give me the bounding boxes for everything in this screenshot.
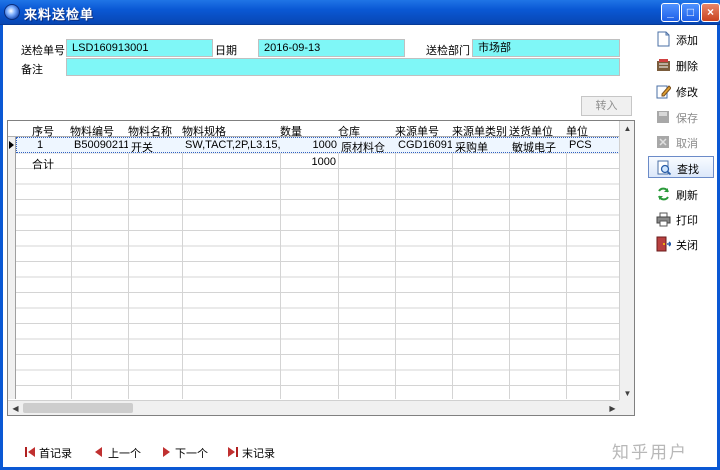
horizontal-scroll-thumb[interactable] [23, 403, 133, 413]
find-button[interactable]: 查找 [648, 156, 714, 178]
col-divider [338, 121, 339, 399]
close-label: 关闭 [676, 240, 698, 252]
exit-door-icon [656, 236, 671, 252]
next-record-label: 下一个 [175, 448, 208, 460]
cell-supplier: 敏城电子 [512, 142, 556, 154]
detail-table[interactable]: 序号 物料编号 物料名称 物料规格 数量 仓库 来源单号 来源单类别 送货单位 … [7, 120, 635, 416]
remark-field[interactable] [66, 58, 620, 76]
cell-quantity: 1000 [312, 139, 337, 151]
table-header: 序号 物料编号 物料名称 物料规格 数量 仓库 来源单号 来源单类别 送货单位 … [8, 121, 620, 138]
window-title: 来料送检单 [24, 7, 95, 22]
col-divider [509, 121, 510, 399]
minimize-button[interactable]: _ [661, 3, 680, 22]
title-bar: 来料送检单 _ □ × [0, 0, 720, 25]
edit-icon [656, 85, 671, 99]
next-record-icon [163, 447, 170, 457]
cell-source-type: 采购单 [455, 142, 488, 154]
maximize-button[interactable]: □ [681, 3, 700, 22]
refresh-icon [658, 187, 669, 201]
dept-label: 送检部门 [426, 45, 470, 57]
first-record-label: 首记录 [39, 448, 72, 460]
total-label: 合计 [32, 159, 54, 171]
app-icon [4, 4, 20, 20]
search-icon [657, 160, 672, 176]
col-divider [280, 121, 281, 399]
print-label: 打印 [676, 215, 698, 227]
close-window-button[interactable]: × [701, 3, 720, 22]
dept-field[interactable]: 市场部 [472, 39, 620, 57]
row-indicator-column [8, 121, 16, 399]
col-divider [395, 121, 396, 399]
cell-unit: PCS [569, 139, 592, 151]
total-quantity: 1000 [311, 156, 336, 168]
doc-no-field[interactable]: LSD160913001 [66, 39, 213, 57]
cancel-icon [657, 136, 669, 148]
remark-label: 备注 [21, 64, 43, 76]
scroll-up-icon[interactable]: ▲ [620, 121, 634, 136]
add-button[interactable]: 添加 [648, 28, 714, 50]
horizontal-scrollbar[interactable]: ◀ ▶ [8, 400, 620, 415]
add-label: 添加 [676, 35, 698, 47]
save-button[interactable]: 保存 [648, 106, 714, 128]
refresh-button[interactable]: 刷新 [648, 183, 714, 205]
cell-item-code: B50090211 [74, 139, 128, 151]
vertical-scrollbar[interactable]: ▲ ▼ [619, 121, 634, 401]
cell-seq: 1 [37, 139, 44, 151]
cancel-label: 取消 [676, 138, 698, 150]
previous-record-icon [95, 447, 102, 457]
print-button[interactable]: 打印 [648, 208, 714, 230]
delete-button[interactable]: 删除 [648, 54, 714, 76]
scroll-right-icon[interactable]: ▶ [605, 401, 620, 415]
col-divider [71, 121, 72, 399]
cell-item-spec: SW,TACT,2P,L3.15,P4 [185, 139, 281, 151]
scroll-corner [619, 400, 634, 415]
col-divider [182, 121, 183, 399]
delete-icon [657, 59, 670, 71]
save-icon [657, 111, 669, 123]
transfer-button[interactable]: 转入 [581, 96, 632, 116]
refresh-label: 刷新 [676, 190, 698, 202]
cell-item-name: 开关 [131, 142, 153, 154]
edit-button[interactable]: 修改 [648, 80, 714, 102]
scroll-down-icon[interactable]: ▼ [620, 386, 634, 401]
last-record-label: 末记录 [242, 448, 275, 460]
edit-label: 修改 [676, 87, 698, 99]
date-label: 日期 [215, 45, 237, 57]
delete-label: 删除 [676, 61, 698, 73]
col-divider [128, 121, 129, 399]
current-row-arrow-icon [9, 141, 14, 149]
doc-no-label: 送检单号 [21, 45, 65, 57]
find-label: 查找 [677, 164, 699, 176]
cancel-button[interactable]: 取消 [648, 131, 714, 153]
col-divider [566, 121, 567, 399]
cell-source-no: CGD160912 [398, 139, 452, 151]
table-row[interactable]: 1 B50090211 开关 SW,TACT,2P,L3.15,P4 1000 … [16, 137, 620, 154]
last-record-icon [228, 447, 238, 457]
cell-warehouse: 原材料仓 [341, 142, 385, 154]
scroll-left-icon[interactable]: ◀ [8, 401, 23, 415]
col-divider [452, 121, 453, 399]
close-button[interactable]: 关闭 [648, 233, 714, 255]
previous-record-label: 上一个 [108, 448, 141, 460]
save-label: 保存 [676, 113, 698, 125]
new-document-icon [657, 31, 670, 47]
first-record-icon [25, 447, 35, 457]
printer-icon [656, 212, 671, 227]
date-field[interactable]: 2016-09-13 [258, 39, 405, 57]
watermark: 知乎用户 [612, 443, 688, 462]
